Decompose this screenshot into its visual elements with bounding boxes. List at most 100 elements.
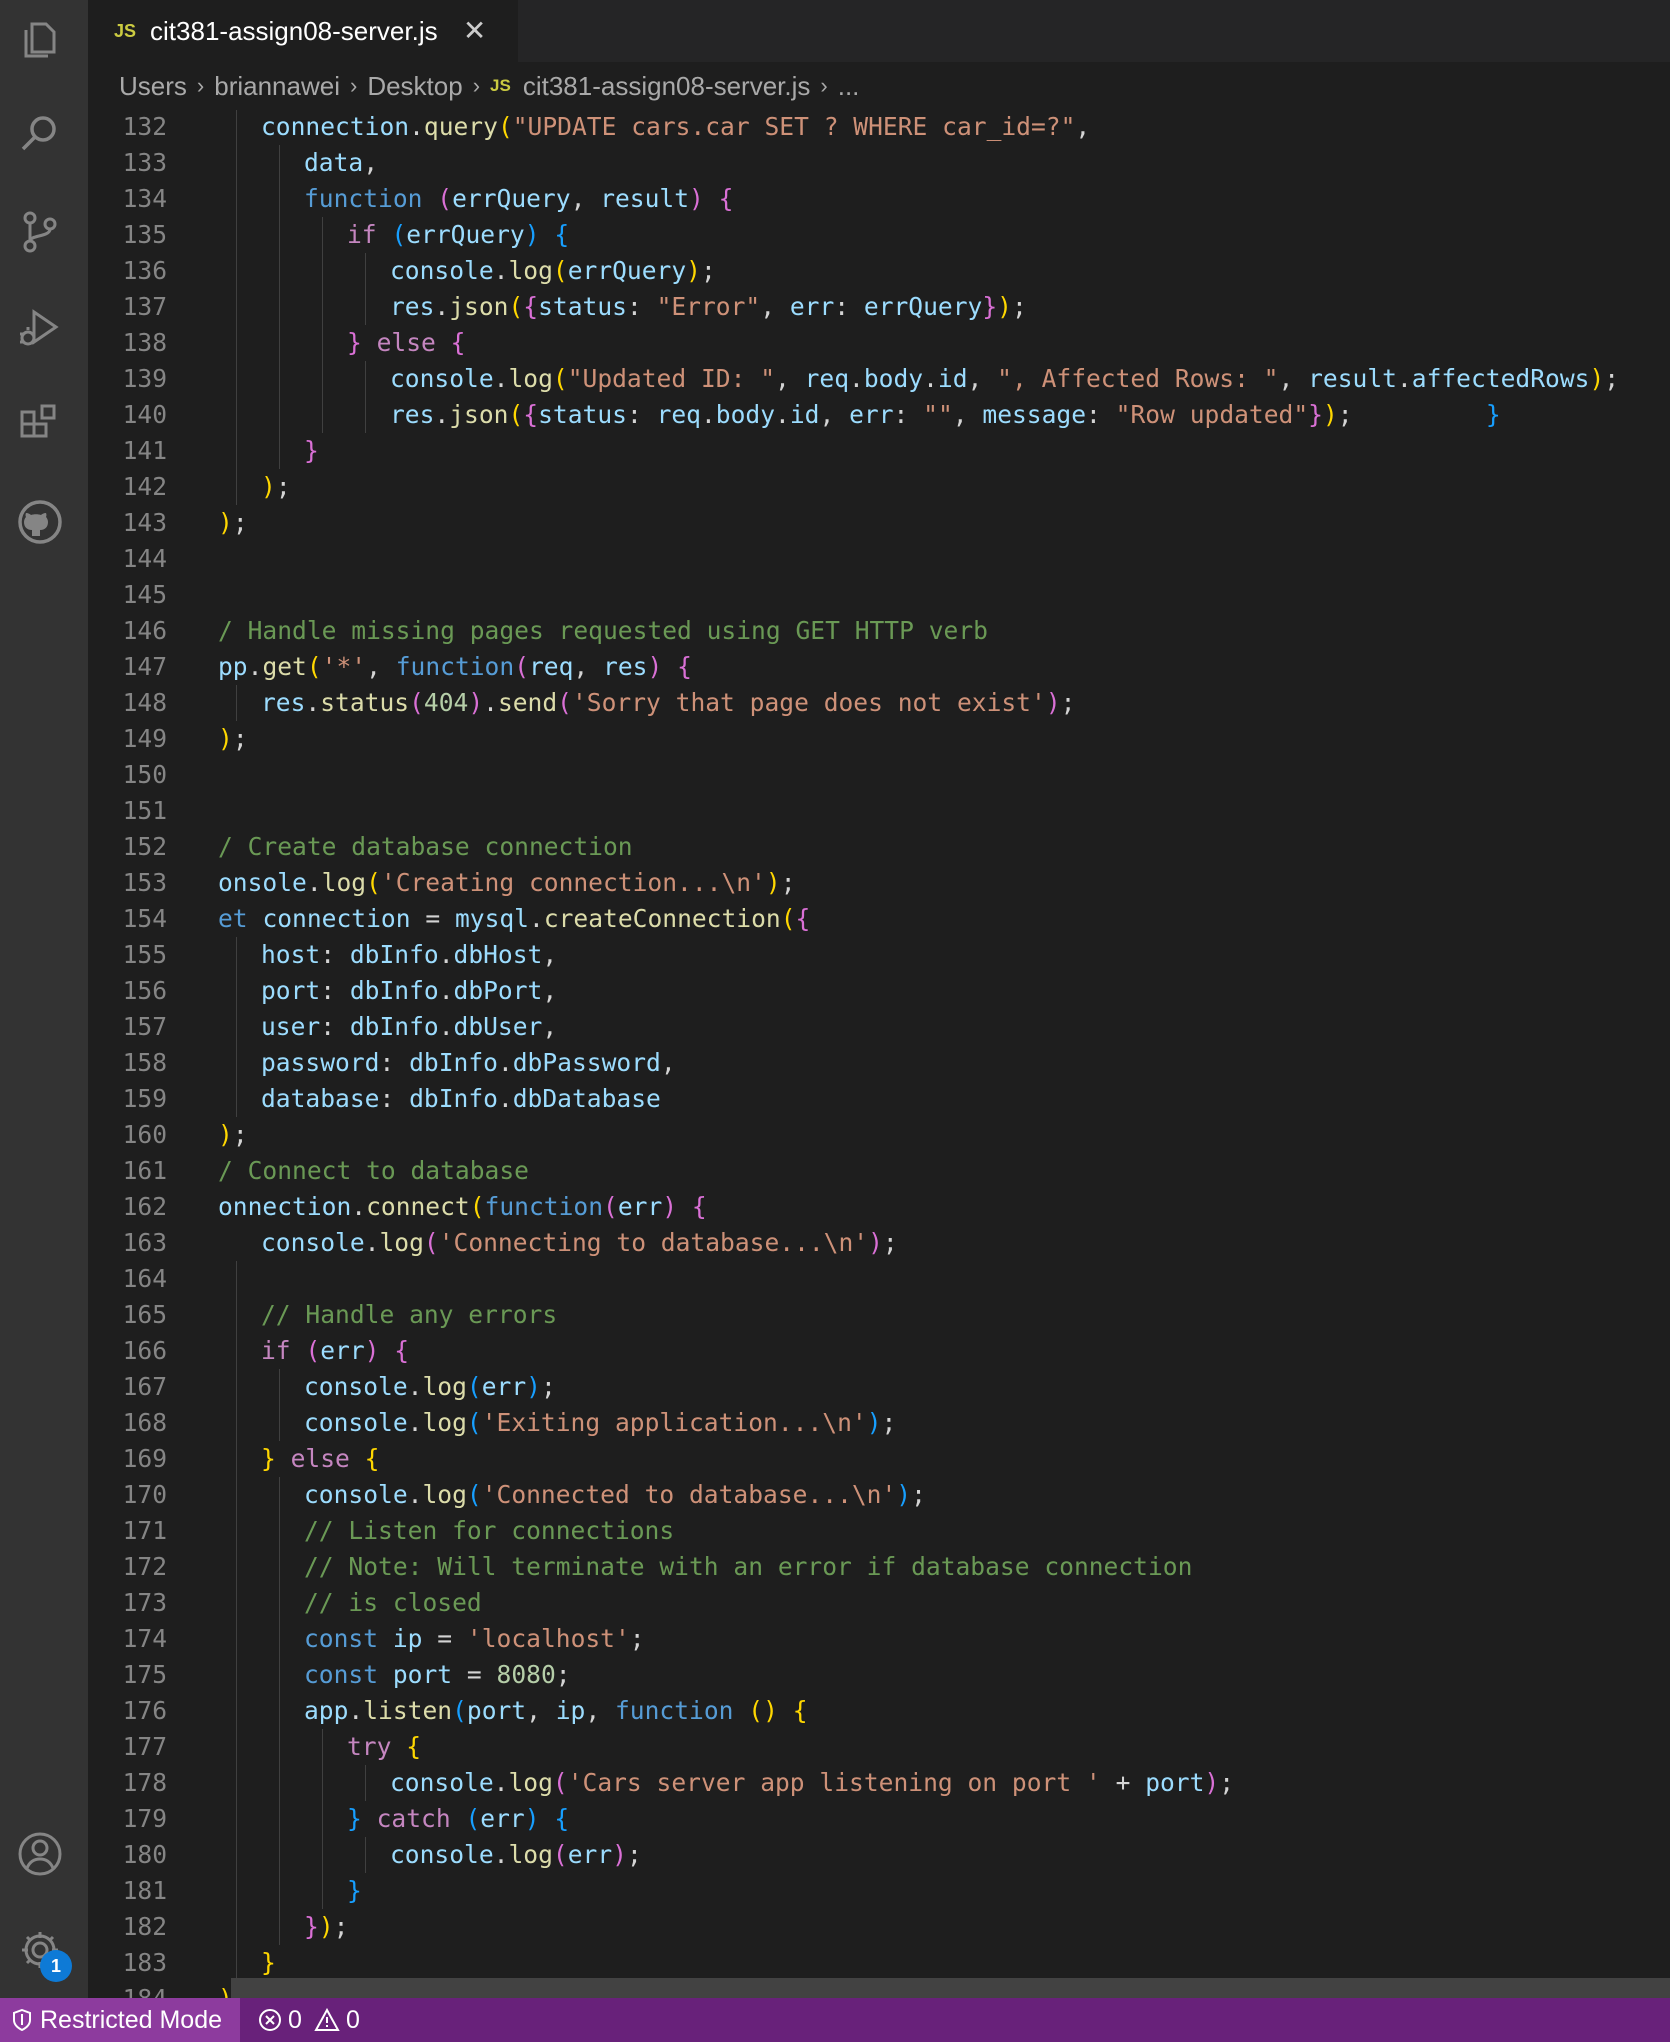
code-line[interactable]: 143); [88,505,1670,541]
code-text: user: dbInfo.dbUser, [261,1012,558,1041]
horizontal-scrollbar[interactable] [231,1978,1670,1998]
code-line[interactable]: 152 / Create database connection [88,829,1670,865]
indent-guide [236,1045,237,1081]
indent-guide [364,361,366,397]
indent-guide [321,289,323,325]
line-number: 174 [122,1624,167,1653]
code-line[interactable]: 140 res.json({status: req.body.id, err: "… [88,397,1670,433]
indent-guide [321,253,323,289]
code-line[interactable]: 163 console.log('Connecting to database..… [88,1225,1670,1261]
code-line[interactable]: 160); [88,1117,1670,1153]
accounts-icon[interactable] [14,1828,66,1880]
explorer-icon[interactable] [14,14,66,66]
code-line[interactable]: 171 // Listen for connections [88,1513,1670,1549]
code-line[interactable]: 165 // Handle any errors [88,1297,1670,1333]
line-number: 183 [122,1948,167,1977]
code-line[interactable]: 155 host: dbInfo.dbHost, [88,937,1670,973]
code-line[interactable]: 154 et connection = mysql.createConnectio… [88,901,1670,937]
code-line[interactable]: 178 console.log('Cars server app listenin… [88,1765,1670,1801]
line-number: 154 [122,904,167,933]
code-line[interactable]: 138} else { [88,325,1670,361]
problems-indicator[interactable]: 0 0 [258,2006,372,2035]
source-control-icon[interactable] [14,206,66,258]
code-line[interactable]: 141} [88,433,1670,469]
code-line[interactable]: 169} else { [88,1441,1670,1477]
code-line[interactable]: 183} [88,1945,1670,1981]
code-line[interactable]: 181} [88,1873,1670,1909]
restricted-mode-indicator[interactable]: Restricted Mode [0,1998,241,2042]
code-line[interactable]: 164 [88,1261,1670,1297]
code-text: // Listen for connections [304,1516,675,1545]
code-line[interactable]: 148 res.status(404).send('Sorry that page… [88,685,1670,721]
indent-guide [364,397,366,433]
code-line[interactable]: 151 [88,793,1670,829]
code-line[interactable]: 150 [88,757,1670,793]
code-line[interactable]: 149); [88,721,1670,757]
extensions-icon[interactable] [14,398,66,450]
code-line[interactable]: 153 onsole.log('Creating connection...\n'… [88,865,1670,901]
code-line[interactable]: 139 console.log("Updated ID: ", req.body.… [88,361,1670,397]
code-line[interactable]: 146 / Handle missing pages requested usin… [88,613,1670,649]
code-line[interactable]: 167 console.log(err); [88,1369,1670,1405]
indent-guide [236,1909,237,1945]
code-line[interactable]: 176 app.listen(port, ip, function () { [88,1693,1670,1729]
code-line[interactable]: 175 const port = 8080; [88,1657,1670,1693]
code-editor[interactable]: 132 connection.query("UPDATE cars.car SET… [88,110,1670,1998]
breadcrumb-item-users[interactable]: Users [119,71,187,102]
code-line[interactable]: 168 console.log('Exiting application...\n… [88,1405,1670,1441]
code-line[interactable]: 172 // Note: Will terminate with an error… [88,1549,1670,1585]
code-line[interactable]: 158 password: dbInfo.dbPassword, [88,1045,1670,1081]
code-line[interactable]: 137 res.json({status: "Error", err: errQu… [88,289,1670,325]
code-line[interactable]: 173 // is closed [88,1585,1670,1621]
code-line[interactable]: 136 console.log(errQuery); [88,253,1670,289]
code-line[interactable]: 159 database: dbInfo.dbDatabase [88,1081,1670,1117]
code-line[interactable]: 147 pp.get('*', function(req, res) { [88,649,1670,685]
line-number: 135 [122,220,167,249]
indent-guide [278,1657,280,1693]
code-line[interactable]: 132 connection.query("UPDATE cars.car SET… [88,110,1670,145]
js-file-icon: JS [114,20,137,41]
code-line[interactable]: 144 [88,541,1670,577]
close-icon[interactable]: ✕ [460,17,490,45]
line-number: 157 [122,1012,167,1041]
code-text: console.log(err); [304,1372,556,1401]
search-icon[interactable] [14,108,66,160]
run-debug-icon[interactable] [14,302,66,354]
line-number: 137 [122,292,167,321]
code-text: } [304,436,319,465]
code-line[interactable]: 157 user: dbInfo.dbUser, [88,1009,1670,1045]
code-line[interactable]: 166 if (err) { [88,1333,1670,1369]
indent-guide [278,289,280,325]
code-line[interactable]: 135 if (errQuery) { [88,217,1670,253]
line-number: 164 [122,1264,167,1293]
breadcrumb-item-desktop[interactable]: Desktop [367,71,462,102]
breadcrumb-item-symbol[interactable]: ... [838,71,860,102]
breadcrumb-item-file[interactable]: cit381-assign08-server.js [523,71,811,102]
code-line[interactable]: 170 console.log('Connected to database...… [88,1477,1670,1513]
code-text: const ip = 'localhost'; [304,1624,645,1653]
code-line[interactable]: 142); [88,469,1670,505]
line-number: 159 [122,1084,167,1113]
breadcrumb-item-briannawei[interactable]: briannawei [214,71,340,102]
code-line[interactable]: 134 function (errQuery, result) { [88,181,1670,217]
code-line[interactable]: 133 data, [88,145,1670,181]
code-text: onsole.log('Creating connection...\n'); [218,868,796,897]
code-line[interactable]: 182}); [88,1909,1670,1945]
code-line[interactable]: 174 const ip = 'localhost'; [88,1621,1670,1657]
code-line[interactable]: 145 [88,577,1670,613]
editor-tab[interactable]: JS cit381-assign08-server.js ✕ [88,0,518,62]
line-number: 175 [122,1660,167,1689]
code-text: } catch (err) { [347,1804,570,1833]
line-number: 151 [122,796,167,825]
line-number: 152 [122,832,167,861]
code-line[interactable]: 162 onnection.connect(function(err) { [88,1189,1670,1225]
code-line[interactable]: 179} catch (err) { [88,1801,1670,1837]
code-line[interactable]: 180 console.log(err); [88,1837,1670,1873]
indent-guide [364,253,366,289]
code-line[interactable]: 177 try { [88,1729,1670,1765]
indent-guide [278,1765,280,1801]
code-line[interactable]: 156 port: dbInfo.dbPort, [88,973,1670,1009]
github-icon[interactable] [14,496,66,548]
code-text: host: dbInfo.dbHost, [261,940,558,969]
code-line[interactable]: 161 / Connect to database [88,1153,1670,1189]
